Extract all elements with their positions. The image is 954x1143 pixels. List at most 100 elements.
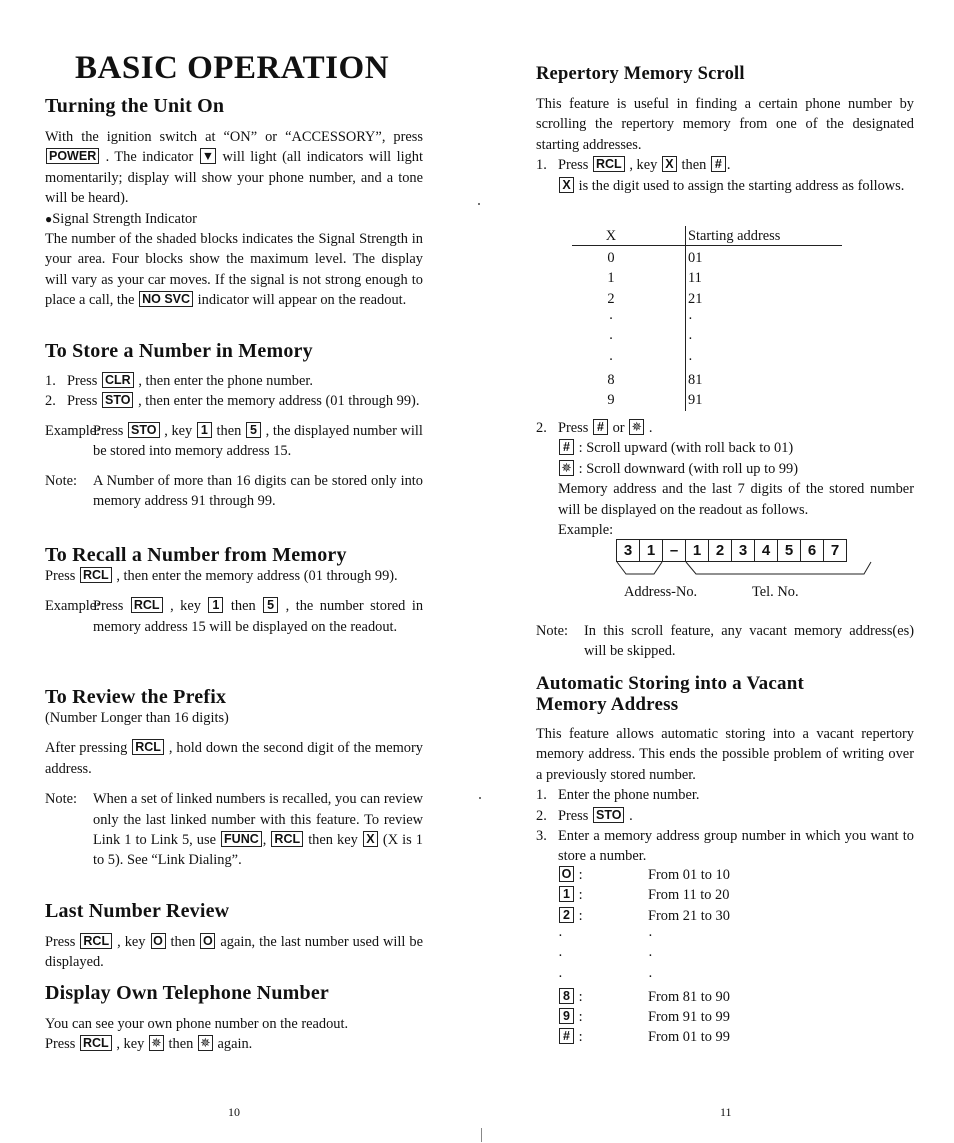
starting-address-value: · [688,331,693,348]
page-number-right: 11 [720,1105,732,1119]
section-heading: Turning the Unit On [45,95,225,117]
starting-address-value: 11 [688,270,702,287]
star-key-icon: ✵ [148,1035,164,1052]
group-row: 9 : From 91 to 99 [536,1007,836,1027]
table-header-row: X Starting address [572,226,842,246]
step-item: 1. Press RCL , key X then #. X is the di… [536,156,905,194]
example-label: Example: [558,522,614,539]
group-row: · · [536,946,836,966]
section-heading: Display Own Telephone Number [45,982,329,1004]
prefix-paragraph: After pressing RCL , hold down the secon… [45,739,423,777]
zero-key: O [150,933,166,949]
table-row: 1 11 [572,268,842,288]
own-number-line2: Press RCL , key ✵ then ✵ again. [45,1035,253,1053]
hash-key-icon: # [710,156,726,173]
rcl-key: RCL [130,597,163,614]
table-row: 2 21 [572,289,842,309]
readout-example: 3 1–1 2 3 4 5 6 7 [616,539,847,562]
own-number-line1: You can see your own phone number on the… [45,1016,349,1032]
group-key: 2 [559,906,574,923]
starting-address-value: 01 [688,250,703,266]
ellipsis-dot: · [558,968,563,985]
group-range: From 21 to 30 [648,907,730,924]
scan-speck [478,203,480,205]
x-value: · [608,310,614,327]
group-row: O : From 01 to 10 [536,865,836,885]
readout-digit: 2 [708,540,731,561]
section-heading: Last Number Review [45,900,230,922]
readout-digit: 1 [639,540,662,561]
page-gutter [481,1128,482,1142]
zero-key: O [200,933,216,949]
group-range: · [648,927,653,944]
star-key-icon: ✵ [559,459,574,476]
star-key-icon: ✵ [629,419,645,435]
readout-digit: 7 [823,540,846,561]
group-range: From 11 to 20 [648,887,730,904]
hash-key-icon: # [559,439,574,456]
separator: : [575,907,583,924]
section-heading: To Store a Number in Memory [45,340,313,362]
section-heading: Automatic Storing into a Vacant Memory A… [536,673,804,715]
group-range: From 01 to 10 [648,867,730,883]
rcl-key: RCL [271,831,304,848]
starting-address-value: 81 [688,371,703,388]
address-no-label: Address-No. [624,584,698,600]
step-item: 1. Enter the phone number. [536,787,700,804]
group-row: 2 : From 21 to 30 [536,906,836,926]
hash-key-icon: # [593,419,608,435]
scroll-note: Note: In this scroll feature, any vacant… [536,623,914,660]
section-store: To Store a Number in Memory 1. Press CLR… [45,340,423,511]
section-subheading: (Number Longer than 16 digits) [45,710,229,726]
page-number-left: 10 [228,1105,240,1119]
last-number-paragraph: Press RCL , key O then O again, the last… [45,933,424,971]
sto-key: STO [128,421,160,438]
group-range: From 81 to 90 [648,988,730,1005]
section-heading: To Review the Prefix [45,686,227,708]
ellipsis-dot: · [558,927,563,944]
group-row: 8 : From 81 to 90 [536,987,836,1007]
digit-key: 1 [196,421,212,438]
separator: : [575,1009,583,1026]
scroll-intro: This feature is useful in finding a cert… [536,96,914,153]
power-key: POWER [46,148,100,165]
bullet-item: ●Signal Strength Indicator [45,210,197,227]
tel-no-label: Tel. No. [752,584,799,600]
x-value: 8 [607,371,615,388]
group-key: # [559,1028,574,1045]
sto-key: STO [593,806,625,823]
rcl-key: RCL [80,567,112,583]
recall-paragraph: Press RCL , then enter the memory addres… [45,567,398,584]
table-row: · · [572,329,842,349]
starting-address-value: · [688,310,693,327]
tel-bracket [685,561,872,575]
section-recall: To Recall a Number from Memory Press RCL… [45,544,423,637]
digit-key: 1 [208,597,224,614]
separator: : [575,988,583,1005]
sto-key: STO [102,392,134,409]
auto-store-intro: This feature allows automatic storing in… [536,726,914,783]
auto-store-steps: 1. Enter the phone number. 2. Press STO .… [536,785,914,867]
store-steps: 1. Press CLR , then enter the phone numb… [45,371,423,412]
readout-digit: 5 [777,540,800,561]
table-row: · · [572,350,842,370]
group-row: 1 : From 11 to 20 [536,885,836,905]
group-key: 8 [559,987,574,1004]
scroll-steps: 1. Press RCL , key X then #. X is the di… [536,155,914,196]
x-value: 2 [607,290,615,307]
signal-paragraph: The number of the shaded blocks indicate… [45,231,423,309]
readout-brackets [616,561,872,575]
starting-address-value: · [688,351,693,368]
readout-digit: – [662,540,685,561]
separator: : [575,867,583,883]
rcl-key: RCL [80,1035,112,1052]
address-bracket [616,561,663,575]
step-item: 1. Press CLR , then enter the phone numb… [45,372,313,389]
store-note: Note: A Number of more than 16 digits ca… [45,472,423,510]
section-prefix: To Review the Prefix (Number Longer than… [45,686,423,871]
readout-digit: 6 [800,540,823,561]
turning-on-paragraph: With the ignition switch at “ON” or “ACC… [45,129,423,207]
x-value: 1 [607,270,615,287]
rcl-key: RCL [80,933,113,949]
step-item: 2. Press STO , then enter the memory add… [45,392,420,410]
